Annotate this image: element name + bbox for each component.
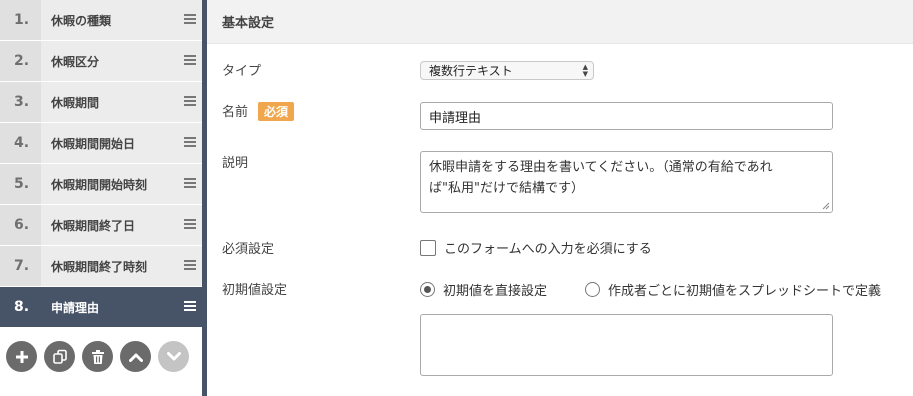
field-list-sidebar: 1. 休暇の種類 2. 休暇区分 3. 休暇期間 4. 休暇期間開始日 5. 休…: [0, 0, 202, 396]
field-settings-panel: 基本設定 タイプ 複数行テキスト ▲ ▼ 名前 必須 申請理由 説明 休暇申請をする…: [207, 0, 913, 396]
type-select[interactable]: 複数行テキスト ▲ ▼: [420, 61, 594, 80]
copy-icon: [52, 349, 67, 364]
move-down-button[interactable]: [158, 341, 189, 372]
initial-value-textarea[interactable]: [420, 314, 833, 376]
description-label: 説明: [222, 156, 249, 171]
plus-icon: [15, 350, 28, 363]
required-checkbox-label: このフォームへの入力を必須にする: [444, 242, 652, 257]
description-textarea[interactable]: 休暇申請をする理由を書いてください。（通常の有給であれ ば"私用"だけで結構です…: [420, 151, 833, 213]
field-item-6[interactable]: 6. 休暇期間終了日: [0, 205, 202, 245]
name-label: 名前: [222, 105, 249, 120]
drag-handle-icon[interactable]: [184, 301, 196, 312]
initial-direct-label: 初期値を直接設定: [443, 284, 548, 299]
required-badge: 必須: [258, 102, 295, 121]
select-arrows-icon: ▲ ▼: [582, 63, 588, 78]
initial-value-label: 初期値設定: [222, 283, 288, 298]
field-item-5[interactable]: 5. 休暇期間開始時刻: [0, 164, 202, 204]
copy-field-button[interactable]: [44, 341, 75, 372]
chevron-up-icon: [128, 353, 143, 362]
required-checkbox-row[interactable]: このフォームへの入力を必須にする: [420, 238, 652, 257]
field-item-7[interactable]: 7. 休暇期間終了時刻: [0, 246, 202, 286]
field-item-2[interactable]: 2. 休暇区分: [0, 41, 202, 81]
field-item-number: 8.: [0, 287, 41, 327]
description-line-2: ば"私用"だけで結構です）: [429, 181, 584, 196]
resize-handle-icon[interactable]: [822, 202, 830, 210]
drag-handle-icon[interactable]: [184, 219, 196, 230]
field-item-label: 申請理由: [51, 300, 100, 315]
drag-handle-icon[interactable]: [184, 14, 196, 25]
field-item-4[interactable]: 4. 休暇期間開始日: [0, 123, 202, 163]
field-item-label: 休暇期間: [51, 95, 100, 110]
field-item-number: 6.: [0, 205, 41, 245]
field-item-number: 3.: [0, 82, 41, 122]
field-item-number: 1.: [0, 0, 41, 40]
field-item-3[interactable]: 3. 休暇期間: [0, 82, 202, 122]
drag-handle-icon[interactable]: [184, 137, 196, 148]
delete-field-button[interactable]: [82, 341, 113, 372]
panel-title: 基本設定: [222, 16, 275, 31]
field-item-8-active[interactable]: 8. 申請理由: [0, 287, 202, 327]
drag-handle-icon[interactable]: [184, 55, 196, 66]
name-label-row: 名前 必須: [222, 101, 295, 121]
field-item-number: 7.: [0, 246, 41, 286]
field-item-label: 休暇区分: [51, 54, 100, 69]
drag-handle-icon[interactable]: [184, 96, 196, 107]
field-item-number: 2.: [0, 41, 41, 81]
initial-spreadsheet-option[interactable]: 作成者ごとに初期値をスプレッドシートで定義: [585, 280, 881, 299]
field-actions-toolbar: [6, 341, 189, 373]
required-setting-label: 必須設定: [222, 242, 275, 257]
field-item-label: 休暇期間開始日: [51, 136, 136, 151]
initial-direct-option[interactable]: 初期値を直接設定: [420, 280, 547, 299]
drag-handle-icon[interactable]: [184, 260, 196, 271]
field-item-label: 休暇期間終了日: [51, 218, 136, 233]
field-item-label: 休暇期間開始時刻: [51, 177, 148, 192]
drag-handle-icon[interactable]: [184, 178, 196, 189]
initial-direct-radio[interactable]: [420, 282, 435, 297]
type-select-value: 複数行テキスト: [429, 64, 513, 78]
name-input[interactable]: 申請理由: [420, 102, 833, 130]
move-up-button[interactable]: [120, 341, 151, 372]
chevron-down-icon: [166, 351, 181, 360]
field-item-number: 5.: [0, 164, 41, 204]
initial-spreadsheet-label: 作成者ごとに初期値をスプレッドシートで定義: [608, 284, 882, 299]
add-field-button[interactable]: [6, 341, 37, 372]
initial-spreadsheet-radio[interactable]: [585, 282, 600, 297]
type-label: タイプ: [222, 64, 262, 79]
panel-header: 基本設定: [207, 0, 913, 44]
field-item-label: 休暇の種類: [51, 13, 112, 28]
field-item-1[interactable]: 1. 休暇の種類: [0, 0, 202, 40]
description-line-1: 休暇申請をする理由を書いてください。（通常の有給であれ: [429, 160, 773, 175]
required-checkbox[interactable]: [420, 239, 436, 256]
trash-icon: [91, 349, 104, 364]
field-item-number: 4.: [0, 123, 41, 163]
field-item-label: 休暇期間終了時刻: [51, 259, 148, 274]
